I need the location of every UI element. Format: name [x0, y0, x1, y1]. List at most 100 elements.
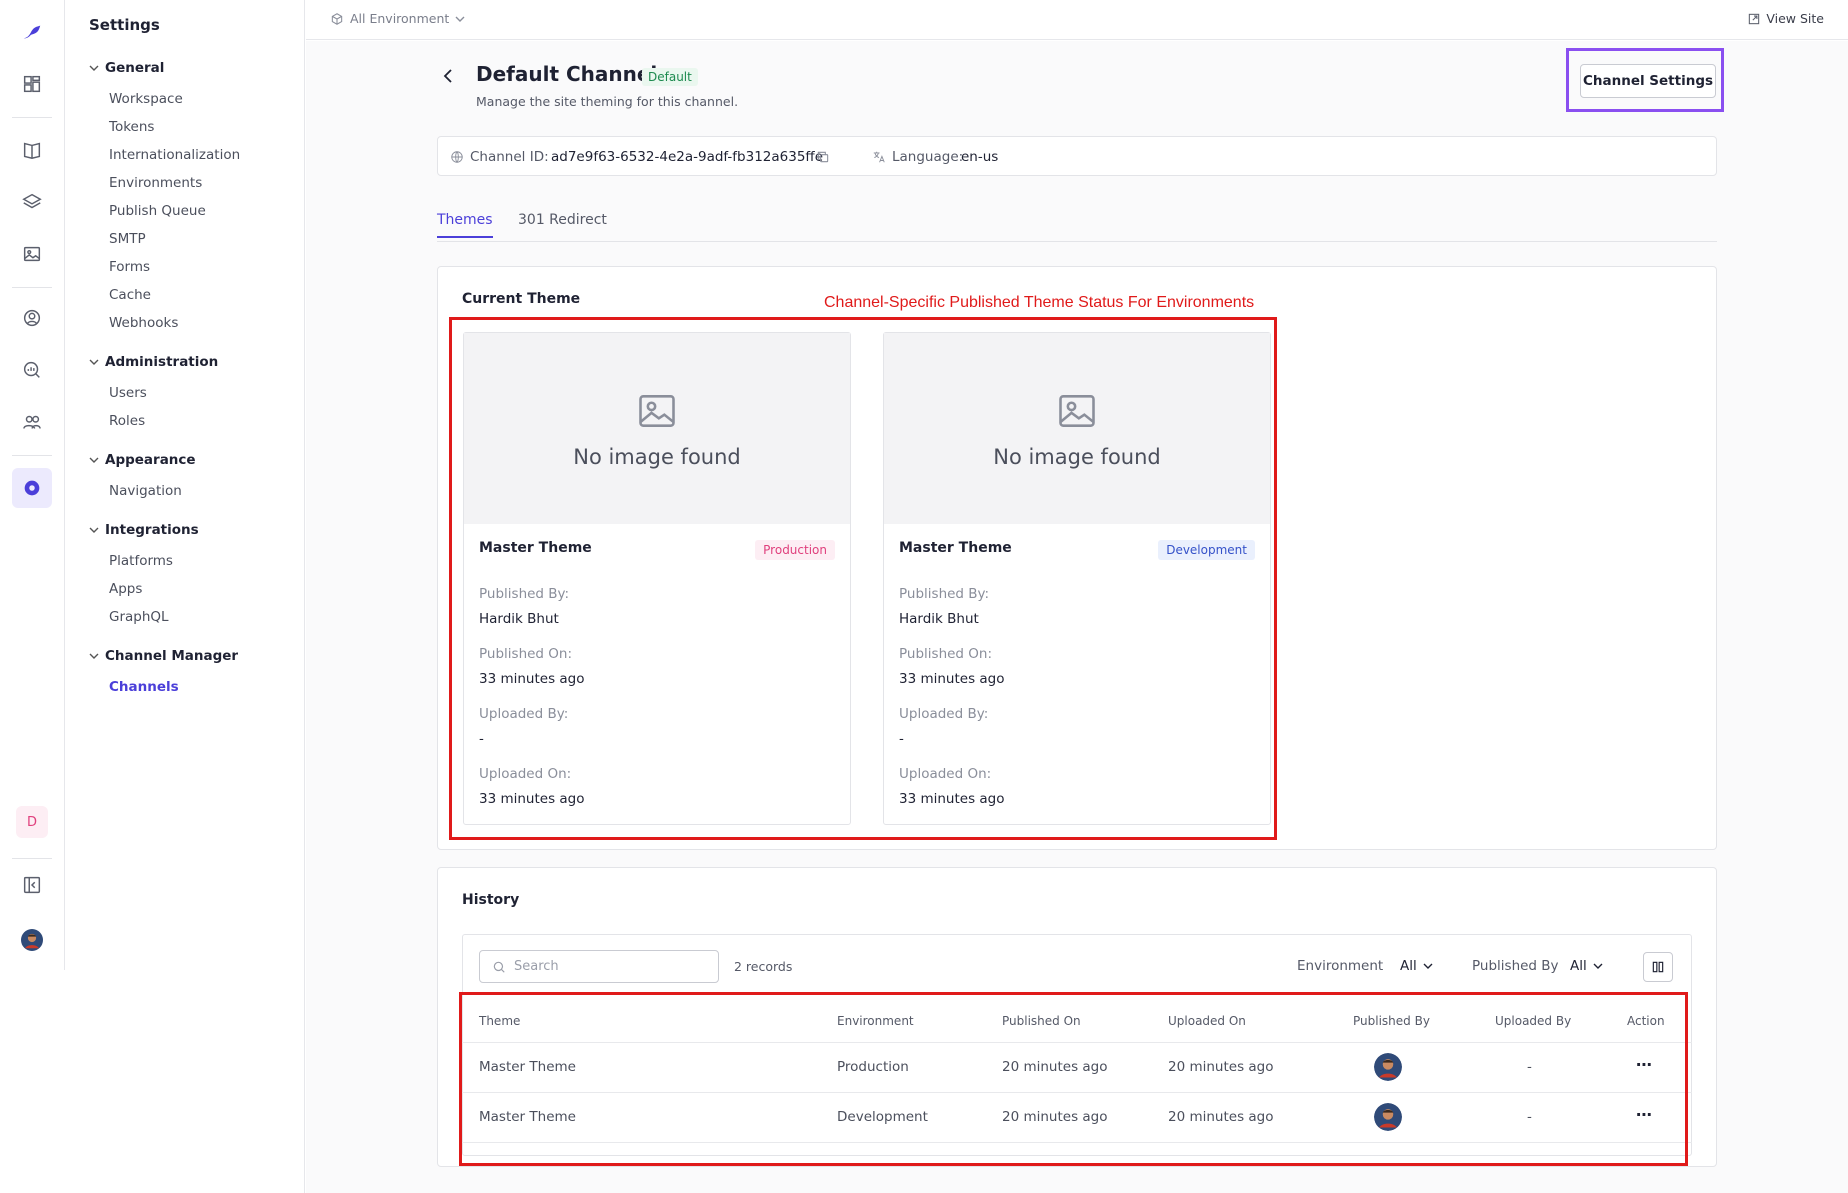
sidebar-item-internationalization[interactable]: Internationalization — [109, 147, 240, 163]
sidebar-item-channels[interactable]: Channels — [109, 679, 179, 695]
team-icon[interactable] — [12, 402, 52, 442]
sidebar-item-navigation[interactable]: Navigation — [109, 483, 182, 499]
chevron-down-icon — [455, 16, 465, 22]
tab-301-redirect[interactable]: 301 Redirect — [518, 212, 607, 236]
cube-icon — [331, 12, 343, 25]
no-image-text: No image found — [993, 444, 1161, 469]
uploaded-by-label: Uploaded By: — [899, 706, 989, 722]
records-count: 2 records — [734, 959, 793, 974]
uploaded-by-value: - — [899, 731, 904, 747]
sidebar-item-smtp[interactable]: SMTP — [109, 231, 146, 247]
view-site-label: View Site — [1766, 11, 1824, 26]
environment-label: All Environment — [350, 11, 450, 26]
chevron-down-icon — [1423, 963, 1433, 969]
group-administration[interactable]: Administration — [89, 354, 218, 370]
tab-themes[interactable]: Themes — [437, 212, 493, 238]
external-link-icon — [1749, 13, 1760, 24]
language-label-text: Language: — [892, 149, 964, 165]
sidebar-item-platforms[interactable]: Platforms — [109, 553, 173, 569]
sidebar-item-users[interactable]: Users — [109, 385, 147, 401]
view-site-link[interactable]: View Site — [1747, 11, 1824, 26]
group-general[interactable]: General — [89, 60, 164, 76]
group-channel-manager[interactable]: Channel Manager — [89, 648, 238, 664]
sidebar-item-cache[interactable]: Cache — [109, 287, 151, 303]
sidebar-item-environments[interactable]: Environments — [109, 175, 202, 191]
environment-badge: Development — [1158, 540, 1255, 560]
group-label: Channel Manager — [105, 648, 239, 664]
default-badge: Default — [642, 68, 698, 86]
globe-icon — [451, 151, 463, 163]
back-arrow-icon[interactable] — [438, 66, 458, 86]
search-placeholder: Search — [514, 959, 559, 974]
copy-icon[interactable] — [816, 150, 830, 164]
sidebar-title: Settings — [89, 16, 160, 34]
sidebar-item-workspace[interactable]: Workspace — [109, 91, 183, 107]
analytics-search-icon[interactable] — [12, 350, 52, 390]
environment-filter-select[interactable]: All — [1400, 958, 1433, 974]
sidebar-item-graphql[interactable]: GraphQL — [109, 609, 169, 625]
translate-icon — [873, 151, 885, 163]
highlight-box — [1566, 48, 1724, 112]
theme-card-production[interactable]: No image found Master Theme Production P… — [463, 332, 851, 825]
theme-card-development[interactable]: No image found Master Theme Development … — [883, 332, 1271, 825]
theme-preview-placeholder: No image found — [884, 333, 1270, 524]
channel-id-value: ad7e9f63-6532-4e2a-9adf-fb312a635ffe — [551, 149, 824, 165]
published-by-filter-select[interactable]: All — [1570, 958, 1603, 974]
group-label: Administration — [105, 354, 219, 370]
channel-id-label-text: Channel ID: — [470, 149, 549, 165]
theme-name: Master Theme — [899, 540, 1012, 556]
image-placeholder-icon — [639, 394, 675, 427]
annotation-label: Channel-Specific Published Theme Status … — [824, 294, 1255, 311]
image-icon[interactable] — [12, 234, 52, 274]
sidebar-item-roles[interactable]: Roles — [109, 413, 145, 429]
published-by-value: Hardik Bhut — [479, 611, 559, 627]
group-integrations[interactable]: Integrations — [89, 522, 199, 538]
dashboard-icon[interactable] — [12, 64, 52, 104]
rail-divider — [12, 858, 52, 859]
theme-name: Master Theme — [479, 540, 592, 556]
published-by-label: Published By: — [479, 586, 570, 602]
user-avatar[interactable] — [12, 920, 52, 960]
group-label: Integrations — [105, 522, 199, 538]
user-circle-icon[interactable] — [12, 298, 52, 338]
top-bar: All Environment View Site — [306, 0, 1848, 40]
workspace-avatar[interactable]: D — [12, 802, 52, 842]
channel-info-bar: Channel ID: ad7e9f63-6532-4e2a-9adf-fb31… — [437, 136, 1717, 176]
sidebar-item-publish-queue[interactable]: Publish Queue — [109, 203, 206, 219]
uploaded-by-label: Uploaded By: — [479, 706, 569, 722]
workspace-initial: D — [16, 806, 48, 838]
collapse-sidebar-icon[interactable] — [12, 865, 52, 905]
language-value: en-us — [961, 149, 999, 165]
sidebar-item-apps[interactable]: Apps — [109, 581, 142, 597]
channel-id-label: Channel ID: — [450, 149, 549, 165]
published-by-value: Hardik Bhut — [899, 611, 979, 627]
uploaded-on-label: Uploaded On: — [479, 766, 572, 782]
book-icon[interactable] — [12, 130, 52, 170]
group-label: General — [105, 60, 165, 76]
layers-icon[interactable] — [12, 182, 52, 222]
settings-sidebar: Settings General Workspace Tokens Intern… — [65, 0, 305, 1193]
icon-rail: D — [0, 0, 65, 970]
uploaded-by-value: - — [479, 731, 484, 747]
environment-badge: Production — [755, 540, 835, 560]
tab-bar: Themes 301 Redirect — [437, 208, 1717, 242]
group-appearance[interactable]: Appearance — [89, 452, 196, 468]
published-by-label: Published By: — [899, 586, 990, 602]
column-toggle-button[interactable] — [1643, 952, 1673, 982]
settings-gear-icon[interactable] — [12, 468, 52, 508]
rail-divider — [12, 117, 52, 118]
sidebar-item-forms[interactable]: Forms — [109, 259, 150, 275]
logo-bird-icon[interactable] — [12, 12, 52, 52]
chevron-down-icon — [89, 653, 99, 659]
group-label: Appearance — [105, 452, 196, 468]
uploaded-on-label: Uploaded On: — [899, 766, 992, 782]
sidebar-item-webhooks[interactable]: Webhooks — [109, 315, 178, 331]
sidebar-item-tokens[interactable]: Tokens — [109, 119, 154, 135]
environment-selector[interactable]: All Environment — [330, 11, 465, 26]
theme-preview-placeholder: No image found — [464, 333, 850, 524]
search-input[interactable]: Search — [479, 950, 719, 983]
current-theme-title: Current Theme — [462, 291, 581, 307]
page-title: Default Channel — [476, 62, 658, 86]
chevron-down-icon — [89, 359, 99, 365]
environment-filter-label: Environment — [1297, 958, 1384, 974]
